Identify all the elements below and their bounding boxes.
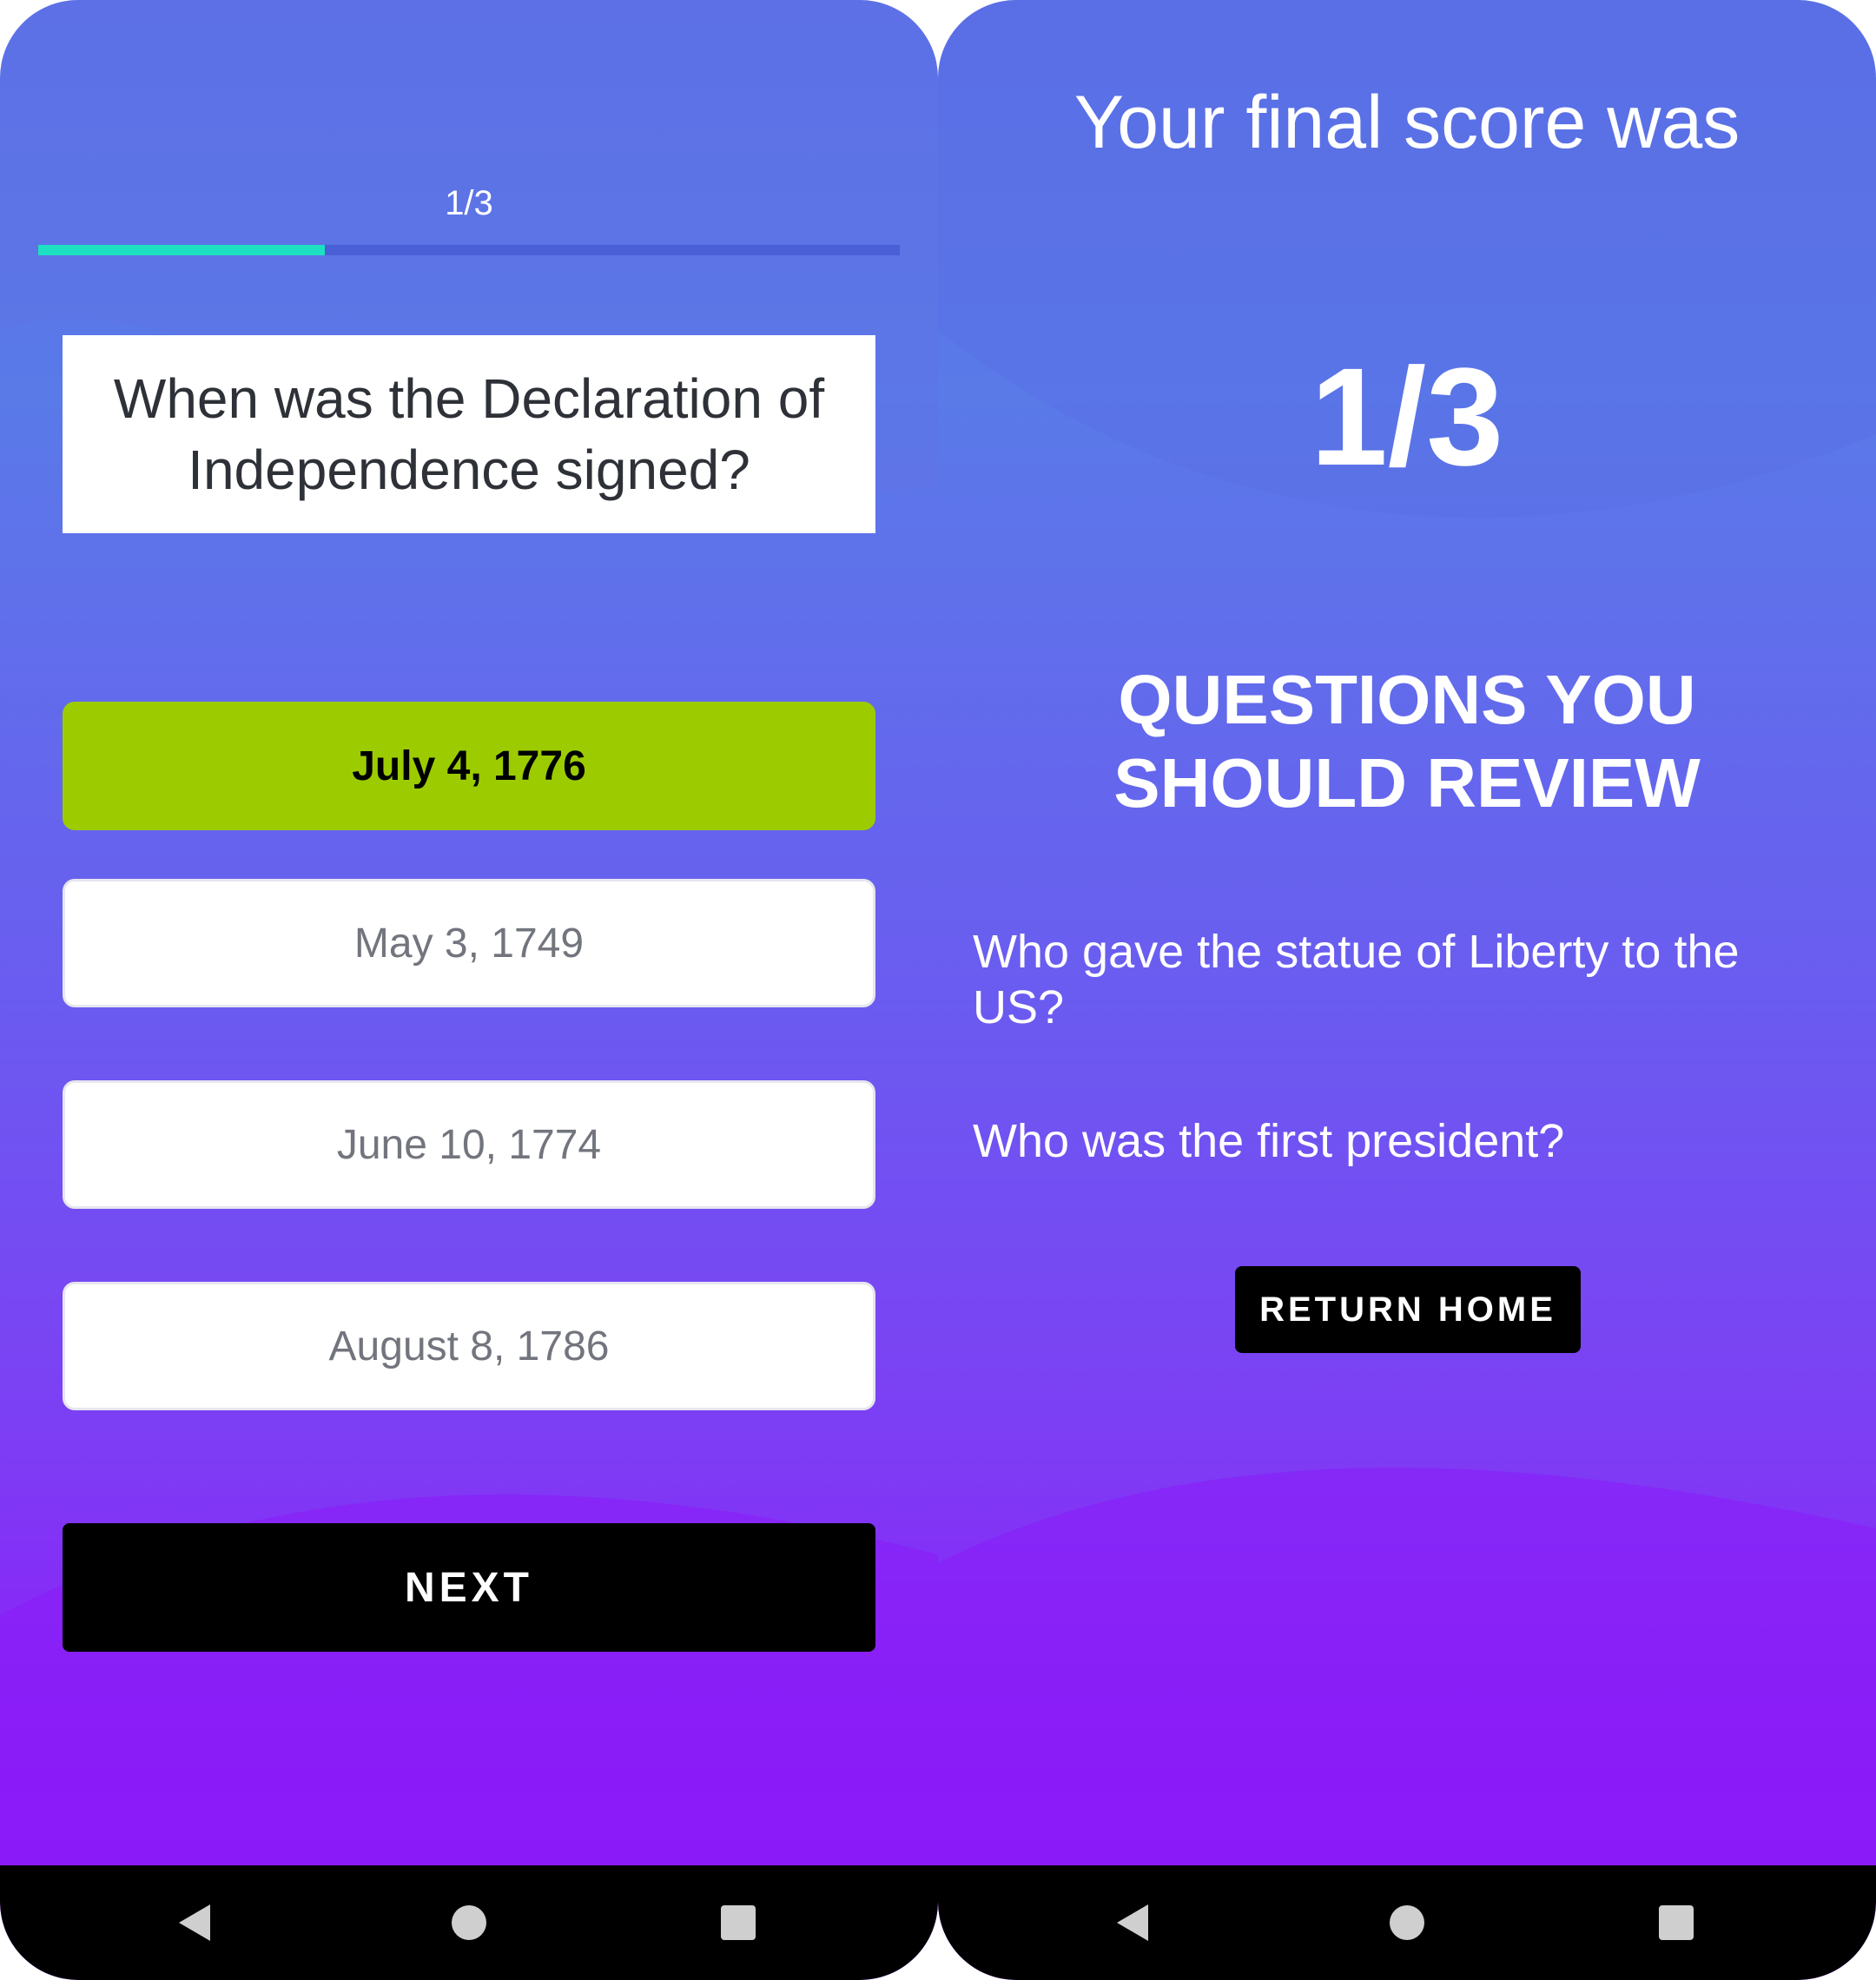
answer-label: June 10, 1774 xyxy=(336,1121,602,1168)
answer-option[interactable]: June 10, 1774 xyxy=(63,1080,875,1209)
progress-bar xyxy=(38,245,900,255)
recent-apps-icon[interactable] xyxy=(1647,1893,1706,1952)
score-heading: Your final score was xyxy=(1073,81,1741,164)
review-heading-line: QUESTIONS YOU xyxy=(1118,661,1696,738)
quiz-screen: 1/3 When was the Declaration of Independ… xyxy=(0,0,938,1980)
answer-option[interactable]: May 3, 1749 xyxy=(63,879,875,1007)
navigation-bar xyxy=(0,1865,938,1980)
return-home-button[interactable]: RETURN HOME xyxy=(1235,1266,1581,1353)
back-icon[interactable] xyxy=(165,1893,224,1952)
final-score: 1/3 xyxy=(1310,339,1504,494)
question-text: When was the Declaration of Independence… xyxy=(113,367,825,501)
answer-label: July 4, 1776 xyxy=(352,742,586,789)
review-question: Who gave the statue of Liberty to the US… xyxy=(973,926,1740,1033)
recent-apps-icon[interactable] xyxy=(709,1893,768,1952)
progress-counter: 1/3 xyxy=(445,184,493,222)
back-icon[interactable] xyxy=(1103,1893,1162,1952)
next-button[interactable]: NEXT xyxy=(63,1523,875,1652)
navigation-bar xyxy=(938,1865,1876,1980)
review-heading-line: SHOULD REVIEW xyxy=(1113,744,1701,822)
home-icon[interactable] xyxy=(1377,1893,1437,1952)
answer-option[interactable]: July 4, 1776 xyxy=(63,702,875,830)
answer-option[interactable]: August 8, 1786 xyxy=(63,1282,875,1410)
question-card: When was the Declaration of Independence… xyxy=(63,335,875,533)
answer-label: August 8, 1786 xyxy=(328,1323,610,1370)
review-heading: QUESTIONS YOU SHOULD REVIEW xyxy=(938,658,1876,825)
review-question: Who was the first president? xyxy=(973,1115,1565,1167)
results-screen: Your final score was 1/3 QUESTIONS YOU S… xyxy=(938,0,1876,1980)
progress-bar-fill xyxy=(38,245,326,255)
answer-label: May 3, 1749 xyxy=(353,920,585,967)
home-icon[interactable] xyxy=(439,1893,499,1952)
